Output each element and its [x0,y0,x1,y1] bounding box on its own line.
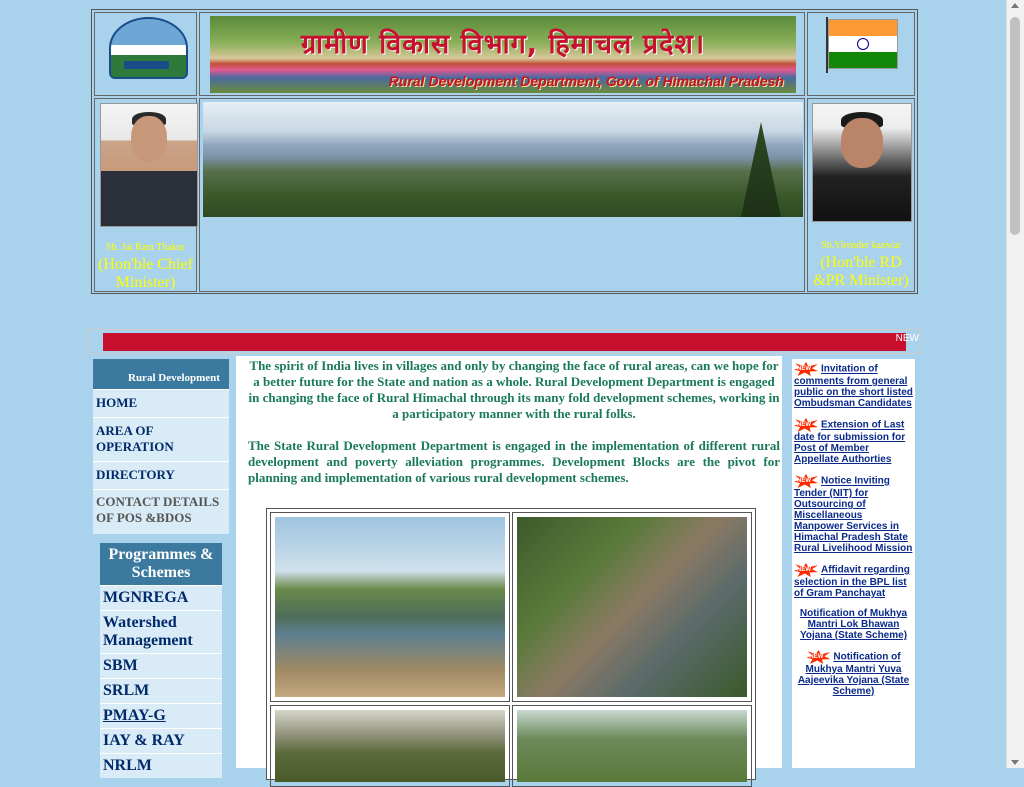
news-marquee: NEW [87,329,922,354]
india-flag-icon [828,19,898,69]
notice-link[interactable]: Notice Inviting Tender (NIT) for Outsour… [794,476,912,554]
logo-cell [94,12,197,96]
programme-iay-ray[interactable]: IAY & RAY [100,728,222,753]
intro-paragraph: The spirit of India lives in villages an… [248,358,780,421]
gallery-photo-house [270,705,510,787]
minister-name: Sh.Virender kanwar [821,240,901,251]
programme-watershed[interactable]: Watershed Management [100,610,222,653]
programme-pmay-g[interactable]: PMAY-G [100,703,222,728]
programme-sbm[interactable]: SBM [100,653,222,678]
notice-item[interactable]: NEW Notice Inviting Tender (NIT) for Outs… [792,471,915,560]
gallery-photo-pond [270,512,510,702]
scroll-up-arrow-icon[interactable] [1011,3,1019,8]
marquee-bar[interactable] [103,333,906,351]
programme-nrlm[interactable]: NRLM [100,753,222,778]
programme-srlm[interactable]: SRLM [100,678,222,703]
menu-heading: Rural Development [93,359,229,389]
scenic-cell [199,98,805,292]
main-content: The spirit of India lives in villages an… [236,356,782,787]
notice-link[interactable]: Notification of Mukhya Mantri Lok Bhawan… [800,608,907,641]
menu-item-home[interactable]: HOME [93,389,229,417]
chief-minister-name: Sh. Jai Ram Thakur [105,242,186,253]
chief-minister-photo [100,103,198,227]
gallery-photo-field [512,705,752,787]
new-badge-icon: NEW [794,362,818,376]
himachal-emblem-icon [109,17,188,79]
notices-panel: NEW Invitation of comments from general p… [792,359,915,768]
chief-minister-cell: Sh. Jai Ram Thakur (Hon'ble Chief Minist… [94,98,198,292]
mountain-landscape-image [203,102,803,217]
notice-item[interactable]: Notification of Mukhya Mantri Lok Bhawan… [792,605,915,647]
new-badge-icon: NEW [794,474,818,488]
minister-cell: Sh.Virender kanwar (Hon'ble RD &PR Minis… [807,98,915,292]
emblem-label [124,61,169,69]
minister-photo [812,103,912,222]
department-banner: ग्रामीण विकास विभाग, हिमाचल प्रदेश। Rura… [210,16,796,93]
scrollbar-thumb[interactable] [1010,17,1020,235]
new-badge-icon: NEW [794,563,818,577]
banner-cell: ग्रामीण विकास विभाग, हिमाचल प्रदेश। Rura… [199,12,805,96]
programmes-menu: Programmes & Schemes MGNREGA Watershed M… [100,543,222,778]
notice-item[interactable]: NEW Extension of Last date for submission… [792,415,915,471]
notice-item[interactable]: NEW Notification of Mukhya Mantri Yuva Aa… [792,647,915,703]
menu-item-area-of-operation[interactable]: AREA OF OPERATION [93,417,229,461]
banner-hindi-title: ग्रामीण विकास विभाग, हिमाचल प्रदेश। [300,29,706,60]
programmes-heading: Programmes & Schemes [100,543,222,585]
page-scrollbar[interactable] [1006,0,1024,768]
new-badge-icon: NEW [806,650,831,664]
main-menu: Rural Development HOME AREA OF OPERATION… [93,359,229,534]
notice-item[interactable]: NEW Invitation of comments from general p… [792,359,915,415]
banner-english-title: Rural Development Department, Govt. of H… [388,73,784,89]
menu-item-contact-details[interactable]: CONTACT DETAILS of POs &BDOs [93,489,229,534]
gallery-photo-tank [512,512,752,702]
scroll-down-arrow-icon[interactable] [1011,760,1019,765]
chief-minister-role: (Hon'ble Chief Minister) [98,256,193,291]
notice-item[interactable]: NEW Affidavit regarding selection in the … [792,560,915,605]
photo-gallery [266,508,756,787]
header-table: ग्रामीण विकास विभाग, हिमाचल प्रदेश। Rura… [91,9,918,294]
marquee-new-badge: NEW [895,333,919,344]
minister-role: (Hon'ble RD &PR Minister) [813,254,909,289]
menu-item-directory[interactable]: DIRECTORY [93,461,229,489]
department-paragraph: The State Rural Development Department i… [248,438,780,485]
new-badge-icon: NEW [794,418,818,432]
programme-mgnrega[interactable]: MGNREGA [100,585,222,610]
flag-cell [807,12,915,96]
